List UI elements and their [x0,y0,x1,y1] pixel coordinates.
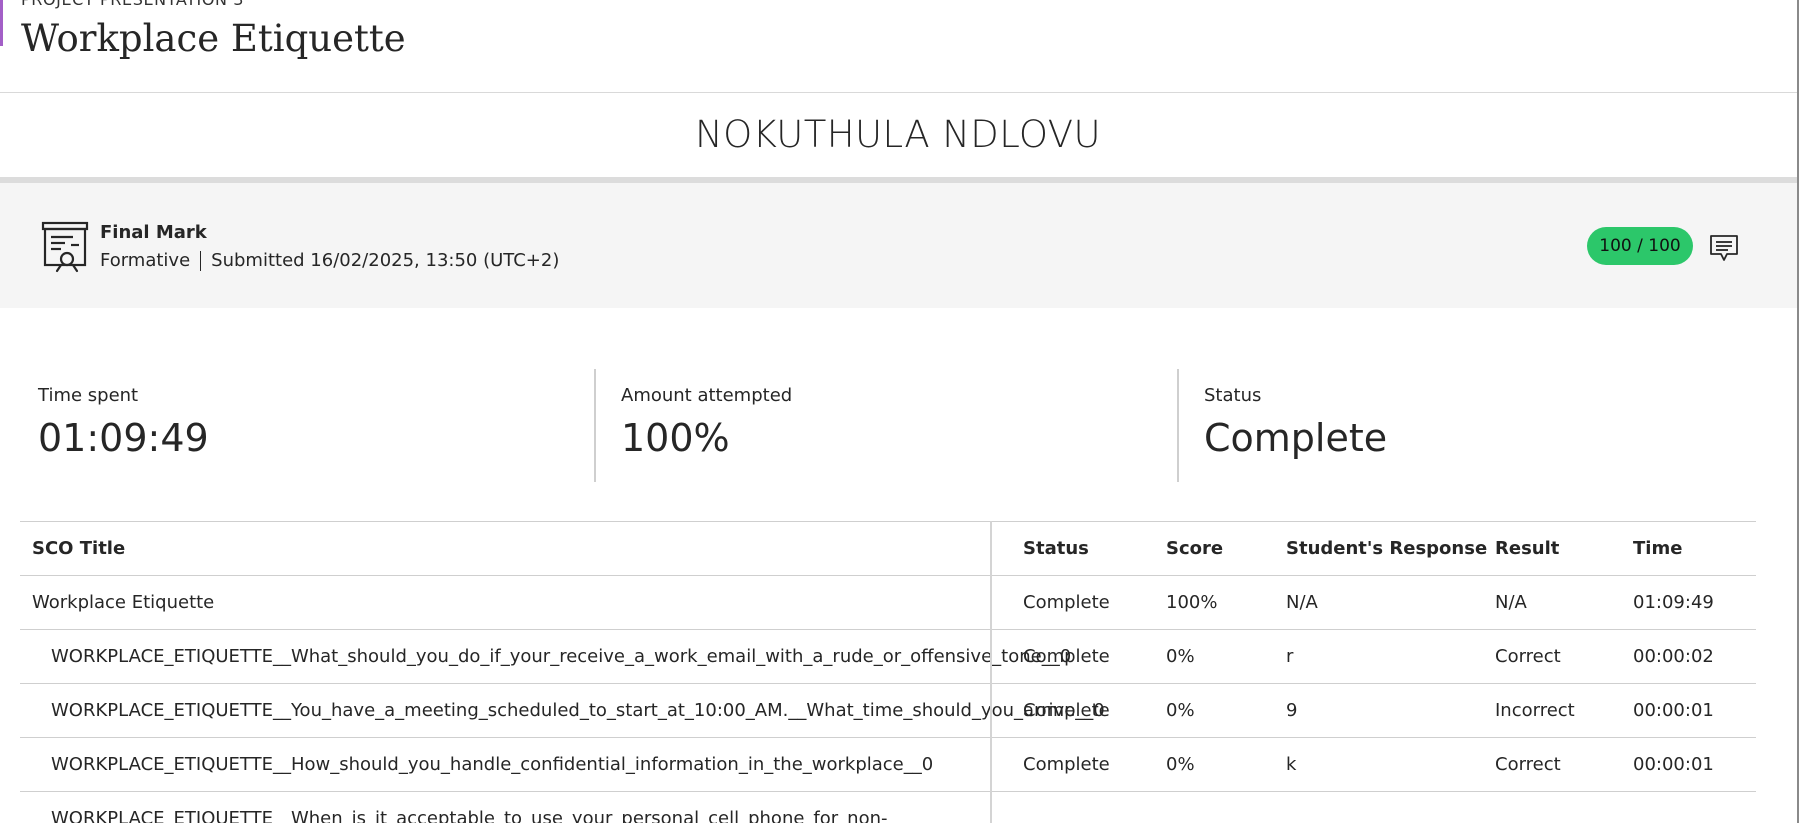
sco-title: WORKPLACE_ETIQUETTE__What_should_you_do_… [51,646,1072,667]
column-header[interactable]: SCO Title [32,522,125,575]
sco-time: 01:09:49 [1633,592,1714,613]
separator [200,250,202,271]
table-row[interactable]: WORKPLACE_ETIQUETTE__You_have_a_meeting_… [20,684,1756,738]
sco-result: N/A [1495,592,1527,613]
score-badge[interactable]: 100 / 100 [1587,227,1693,265]
stat-value: 01:09:49 [38,416,209,460]
sco-result: Correct [1495,754,1561,775]
header-accent-bar [0,0,3,46]
sco-score: 0% [1166,646,1195,667]
sco-response: 9 [1286,700,1298,721]
sco-title: WORKPLACE_ETIQUETTE__You_have_a_meeting_… [51,700,1105,721]
sco-response: r [1286,646,1294,667]
sco-response: N/A [1286,592,1318,613]
sco-title: WORKPLACE_ETIQUETTE__When_is_it_acceptab… [51,808,888,823]
table-row[interactable]: WORKPLACE_ETIQUETTE__What_should_you_do_… [20,630,1756,684]
sco-time: 00:00:01 [1633,754,1714,775]
stat-label: Time spent [38,385,139,406]
column-header[interactable]: Result [1495,522,1559,575]
page: PROJECT PRESENTATION 3 Workplace Etiquet… [0,0,1797,823]
stat-amount-attempted: Amount attempted 100% [621,385,792,460]
sco-score: 0% [1166,754,1195,775]
grade-summary: Final Mark Formative Submitted 16/02/202… [0,183,1797,308]
sco-status: Complete [1023,592,1110,613]
column-header[interactable]: Time [1633,522,1682,575]
grade-meta: Formative Submitted 16/02/2025, 13:50 (U… [100,250,559,271]
grade-type: Formative [100,250,191,271]
stat-status: Status Complete [1204,385,1387,460]
sco-time: 00:00:01 [1633,700,1714,721]
table-row[interactable]: Workplace Etiquette Complete 100% N/A N/… [20,576,1756,630]
table-row[interactable]: WORKPLACE_ETIQUETTE__How_should_you_hand… [20,738,1756,792]
stat-value: Complete [1204,416,1388,460]
table-row[interactable]: WORKPLACE_ETIQUETTE__When_is_it_acceptab… [20,792,1756,823]
stat-label: Amount attempted [621,385,793,406]
divider [594,369,596,482]
sco-table: SCO Title Status Score Student's Respons… [20,521,1756,823]
column-header[interactable]: Status [1023,522,1089,575]
column-header[interactable]: Score [1166,522,1223,575]
page-header: PROJECT PRESENTATION 3 Workplace Etiquet… [0,0,1797,93]
sco-title: Workplace Etiquette [32,592,215,613]
grade-label: Final Mark [100,222,207,243]
sco-status: Complete [1023,646,1110,667]
column-header[interactable]: Student's Response [1286,522,1487,575]
submission-date: Submitted 16/02/2025, 13:50 (UTC+2) [211,250,560,271]
course-kicker: PROJECT PRESENTATION 3 [21,0,244,9]
table-header-row: SCO Title Status Score Student's Respons… [20,522,1756,576]
comment-icon[interactable] [1707,231,1741,265]
sco-score: 0% [1166,700,1195,721]
student-name: NOKUTHULA NDLOVU [695,113,1101,156]
sco-result: Incorrect [1495,700,1575,721]
sco-score: 100% [1166,592,1218,613]
certificate-icon [41,221,89,273]
stat-time-spent: Time spent 01:09:49 [38,385,209,460]
sco-response: k [1286,754,1297,775]
divider [1177,369,1179,482]
stat-label: Status [1204,385,1262,406]
sco-status: Complete [1023,754,1110,775]
stat-value: 100% [621,416,730,460]
sco-result: Correct [1495,646,1561,667]
column-divider [990,521,992,823]
sco-status: Complete [1023,700,1110,721]
sco-time: 00:00:02 [1633,646,1714,667]
page-title: Workplace Etiquette [21,17,406,60]
student-name-bar: NOKUTHULA NDLOVU [0,93,1797,177]
sco-title: WORKPLACE_ETIQUETTE__How_should_you_hand… [51,754,934,775]
